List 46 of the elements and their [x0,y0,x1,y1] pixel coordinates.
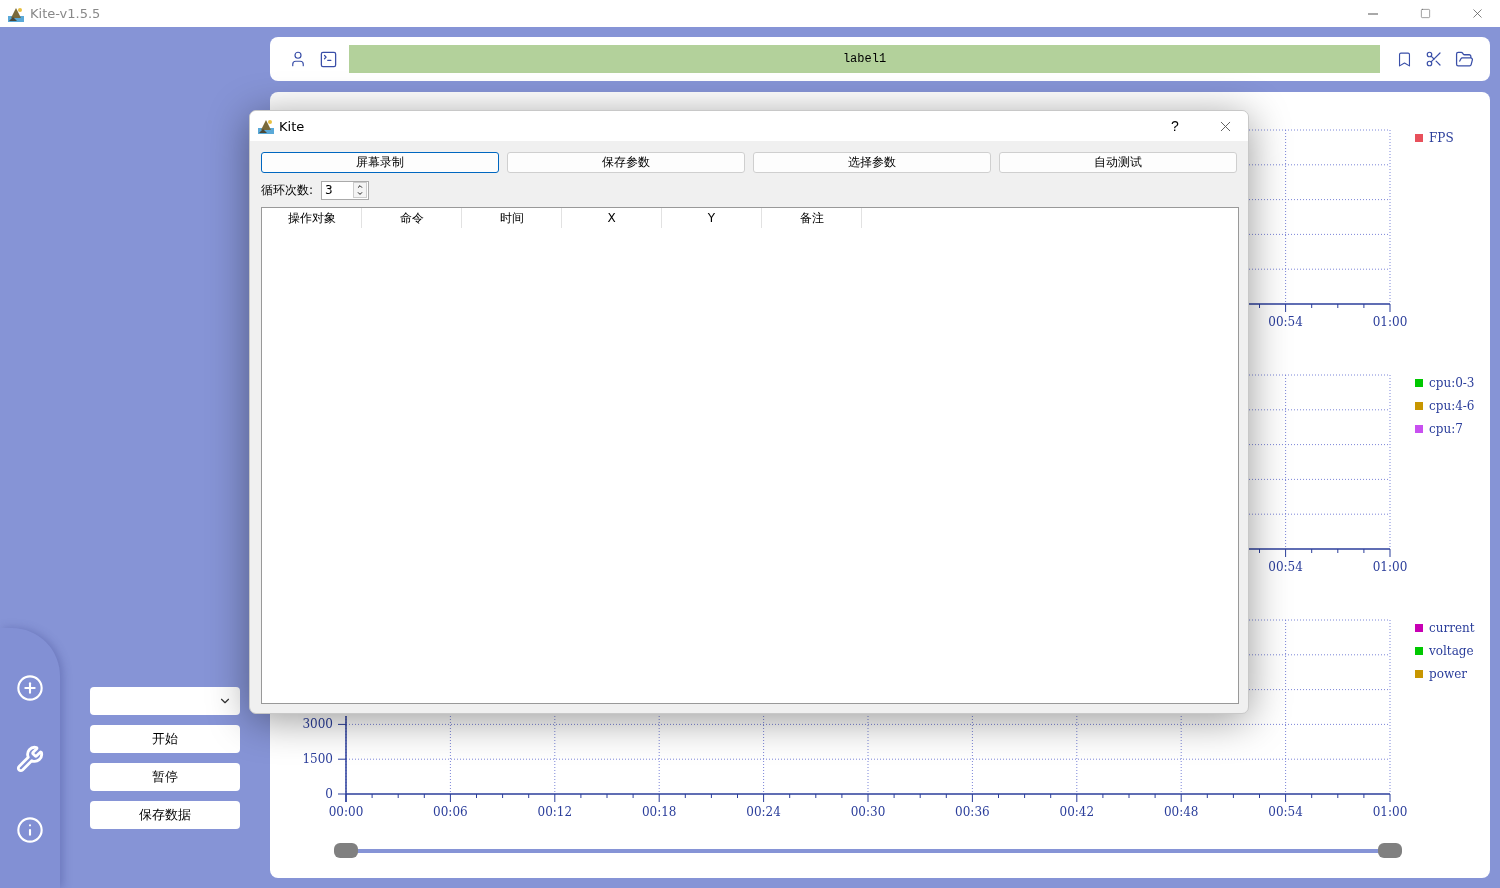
app-icon [258,118,274,134]
x-tick-label: 00:12 [537,805,573,819]
window-title: Kite-v1.5.5 [30,6,102,21]
x-tick-label: 00:48 [1163,805,1199,819]
legend-label: cpu:0-3 [1429,376,1475,390]
minimize-icon [1368,12,1378,15]
x-tick-label: 00:54 [1268,560,1303,574]
slider-handle[interactable] [334,843,358,858]
status-label: label1 [349,45,1380,73]
legend-label: cpu:7 [1429,422,1463,436]
x-tick-label: 00:06 [433,805,468,819]
x-tick-label: 01:00 [1372,805,1408,819]
legend-label: power [1429,667,1467,681]
y-tick-label: 0 [325,787,333,801]
x-tick-label: 00:54 [1268,805,1303,819]
x-tick-label: 00:36 [955,805,990,819]
loop-count-spinbox[interactable]: 3 [321,180,370,200]
side-button[interactable]: 保存数据 [90,801,240,829]
slider-handle[interactable] [1378,843,1402,858]
y-tick-label: 3000 [302,717,333,732]
y-tick-label: 1500 [302,752,333,767]
legend-label: FPS [1429,131,1454,145]
legend-label: current [1429,621,1475,635]
spin-arrows-icon[interactable] [353,182,368,198]
side-button[interactable]: 暂停 [90,763,240,791]
side-button[interactable]: 开始 [90,725,240,753]
app-icon [8,5,24,22]
help-button[interactable]: ? [1153,111,1197,141]
x-tick-label: 01:00 [1372,315,1408,329]
dialog-button[interactable]: 自动测试 [999,152,1237,173]
maximize-icon [1419,8,1431,19]
dialog-button[interactable]: 屏幕录制 [261,152,499,173]
x-tick-label: 00:18 [641,805,677,819]
dialog-title: Kite [279,118,306,134]
dialog-button[interactable]: 保存参数 [507,152,745,173]
dialog-button[interactable]: 选择参数 [753,152,991,173]
range-slider[interactable] [334,843,1402,858]
x-tick-label: 00:54 [1268,315,1303,329]
legend-label: cpu:4-6 [1429,399,1475,413]
x-tick-label: 00:24 [746,805,781,819]
x-tick-label: 01:00 [1372,560,1408,574]
x-tick-label: 00:30 [850,805,886,819]
x-tick-label: 00:42 [1059,805,1095,819]
loop-count-label: 循环次数: [261,181,314,199]
x-tick-label: 00:00 [328,805,364,819]
legend-label: voltage [1429,644,1474,658]
